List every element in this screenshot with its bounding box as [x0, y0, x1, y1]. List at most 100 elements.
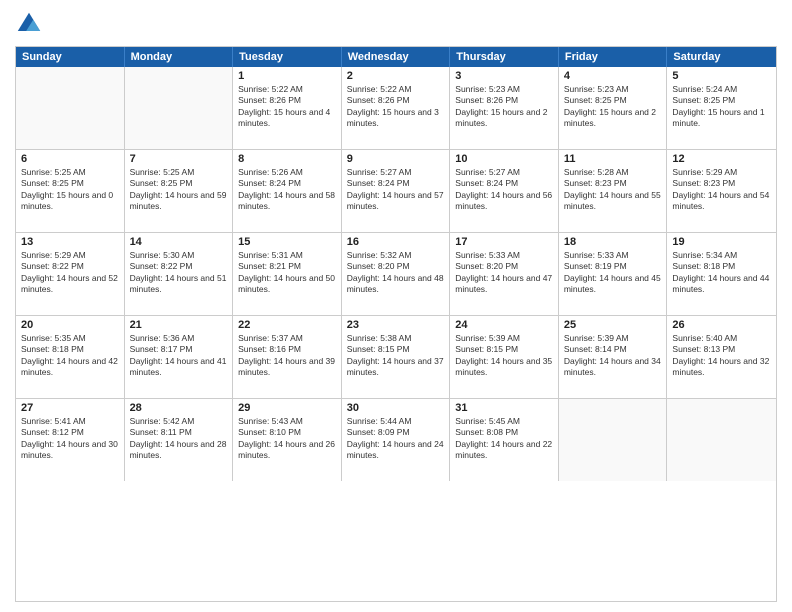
day-cell-8: 8 Sunrise: 5:26 AM Sunset: 8:24 PM Daylig…	[233, 150, 342, 232]
day-detail: Sunrise: 5:33 AM Sunset: 8:19 PM Dayligh…	[564, 250, 662, 296]
day-detail: Sunrise: 5:26 AM Sunset: 8:24 PM Dayligh…	[238, 167, 336, 213]
day-number: 11	[564, 153, 662, 165]
day-number: 30	[347, 402, 445, 414]
day-number: 18	[564, 236, 662, 248]
calendar-row-3: 13 Sunrise: 5:29 AM Sunset: 8:22 PM Dayli…	[16, 233, 776, 316]
page: SundayMondayTuesdayWednesdayThursdayFrid…	[0, 0, 792, 612]
logo-icon	[15, 10, 43, 38]
calendar-body: 1 Sunrise: 5:22 AM Sunset: 8:26 PM Daylig…	[16, 67, 776, 481]
day-number: 12	[672, 153, 771, 165]
header-cell-friday: Friday	[559, 47, 668, 67]
day-number: 28	[130, 402, 228, 414]
day-cell-18: 18 Sunrise: 5:33 AM Sunset: 8:19 PM Dayli…	[559, 233, 668, 315]
day-number: 31	[455, 402, 553, 414]
day-number: 15	[238, 236, 336, 248]
day-number: 29	[238, 402, 336, 414]
day-cell-12: 12 Sunrise: 5:29 AM Sunset: 8:23 PM Dayli…	[667, 150, 776, 232]
day-number: 2	[347, 70, 445, 82]
day-cell-2: 2 Sunrise: 5:22 AM Sunset: 8:26 PM Daylig…	[342, 67, 451, 149]
day-detail: Sunrise: 5:27 AM Sunset: 8:24 PM Dayligh…	[347, 167, 445, 213]
day-number: 20	[21, 319, 119, 331]
day-cell-5: 5 Sunrise: 5:24 AM Sunset: 8:25 PM Daylig…	[667, 67, 776, 149]
day-detail: Sunrise: 5:36 AM Sunset: 8:17 PM Dayligh…	[130, 333, 228, 379]
day-detail: Sunrise: 5:28 AM Sunset: 8:23 PM Dayligh…	[564, 167, 662, 213]
day-detail: Sunrise: 5:29 AM Sunset: 8:22 PM Dayligh…	[21, 250, 119, 296]
day-detail: Sunrise: 5:23 AM Sunset: 8:25 PM Dayligh…	[564, 84, 662, 130]
day-detail: Sunrise: 5:43 AM Sunset: 8:10 PM Dayligh…	[238, 416, 336, 462]
day-cell-22: 22 Sunrise: 5:37 AM Sunset: 8:16 PM Dayli…	[233, 316, 342, 398]
day-detail: Sunrise: 5:39 AM Sunset: 8:14 PM Dayligh…	[564, 333, 662, 379]
day-number: 10	[455, 153, 553, 165]
day-detail: Sunrise: 5:38 AM Sunset: 8:15 PM Dayligh…	[347, 333, 445, 379]
day-detail: Sunrise: 5:35 AM Sunset: 8:18 PM Dayligh…	[21, 333, 119, 379]
day-detail: Sunrise: 5:24 AM Sunset: 8:25 PM Dayligh…	[672, 84, 771, 130]
day-cell-1: 1 Sunrise: 5:22 AM Sunset: 8:26 PM Daylig…	[233, 67, 342, 149]
calendar-row-1: 1 Sunrise: 5:22 AM Sunset: 8:26 PM Daylig…	[16, 67, 776, 150]
header	[15, 10, 777, 38]
day-detail: Sunrise: 5:29 AM Sunset: 8:23 PM Dayligh…	[672, 167, 771, 213]
day-detail: Sunrise: 5:30 AM Sunset: 8:22 PM Dayligh…	[130, 250, 228, 296]
day-cell-4: 4 Sunrise: 5:23 AM Sunset: 8:25 PM Daylig…	[559, 67, 668, 149]
day-number: 13	[21, 236, 119, 248]
header-cell-wednesday: Wednesday	[342, 47, 451, 67]
day-cell-6: 6 Sunrise: 5:25 AM Sunset: 8:25 PM Daylig…	[16, 150, 125, 232]
day-detail: Sunrise: 5:37 AM Sunset: 8:16 PM Dayligh…	[238, 333, 336, 379]
header-cell-tuesday: Tuesday	[233, 47, 342, 67]
empty-cell	[559, 399, 668, 481]
day-cell-10: 10 Sunrise: 5:27 AM Sunset: 8:24 PM Dayli…	[450, 150, 559, 232]
day-cell-28: 28 Sunrise: 5:42 AM Sunset: 8:11 PM Dayli…	[125, 399, 234, 481]
day-detail: Sunrise: 5:32 AM Sunset: 8:20 PM Dayligh…	[347, 250, 445, 296]
day-number: 8	[238, 153, 336, 165]
day-number: 6	[21, 153, 119, 165]
day-number: 3	[455, 70, 553, 82]
day-number: 5	[672, 70, 771, 82]
day-number: 27	[21, 402, 119, 414]
day-number: 9	[347, 153, 445, 165]
day-number: 16	[347, 236, 445, 248]
day-number: 4	[564, 70, 662, 82]
day-detail: Sunrise: 5:33 AM Sunset: 8:20 PM Dayligh…	[455, 250, 553, 296]
day-detail: Sunrise: 5:41 AM Sunset: 8:12 PM Dayligh…	[21, 416, 119, 462]
day-detail: Sunrise: 5:22 AM Sunset: 8:26 PM Dayligh…	[347, 84, 445, 130]
calendar-row-5: 27 Sunrise: 5:41 AM Sunset: 8:12 PM Dayli…	[16, 399, 776, 481]
day-number: 7	[130, 153, 228, 165]
header-cell-monday: Monday	[125, 47, 234, 67]
day-cell-7: 7 Sunrise: 5:25 AM Sunset: 8:25 PM Daylig…	[125, 150, 234, 232]
day-detail: Sunrise: 5:44 AM Sunset: 8:09 PM Dayligh…	[347, 416, 445, 462]
calendar-row-4: 20 Sunrise: 5:35 AM Sunset: 8:18 PM Dayli…	[16, 316, 776, 399]
day-number: 17	[455, 236, 553, 248]
day-cell-13: 13 Sunrise: 5:29 AM Sunset: 8:22 PM Dayli…	[16, 233, 125, 315]
day-number: 1	[238, 70, 336, 82]
day-detail: Sunrise: 5:45 AM Sunset: 8:08 PM Dayligh…	[455, 416, 553, 462]
day-detail: Sunrise: 5:25 AM Sunset: 8:25 PM Dayligh…	[130, 167, 228, 213]
empty-cell	[125, 67, 234, 149]
header-cell-sunday: Sunday	[16, 47, 125, 67]
day-cell-24: 24 Sunrise: 5:39 AM Sunset: 8:15 PM Dayli…	[450, 316, 559, 398]
day-cell-15: 15Sunrise: 5:31 AM Sunset: 8:21 PM Dayli…	[233, 233, 342, 315]
calendar-header: SundayMondayTuesdayWednesdayThursdayFrid…	[16, 47, 776, 67]
day-detail: Sunrise: 5:22 AM Sunset: 8:26 PM Dayligh…	[238, 84, 336, 130]
day-number: 26	[672, 319, 771, 331]
day-cell-27: 27 Sunrise: 5:41 AM Sunset: 8:12 PM Dayli…	[16, 399, 125, 481]
day-number: 24	[455, 319, 553, 331]
day-cell-26: 26 Sunrise: 5:40 AM Sunset: 8:13 PM Dayli…	[667, 316, 776, 398]
day-detail: Sunrise: 5:39 AM Sunset: 8:15 PM Dayligh…	[455, 333, 553, 379]
logo	[15, 10, 47, 38]
day-detail: Sunrise: 5:25 AM Sunset: 8:25 PM Dayligh…	[21, 167, 119, 213]
day-number: 14	[130, 236, 228, 248]
day-number: 23	[347, 319, 445, 331]
day-cell-29: 29 Sunrise: 5:43 AM Sunset: 8:10 PM Dayli…	[233, 399, 342, 481]
day-number: 22	[238, 319, 336, 331]
day-number: 21	[130, 319, 228, 331]
empty-cell	[16, 67, 125, 149]
header-cell-saturday: Saturday	[667, 47, 776, 67]
day-cell-19: 19Sunrise: 5:34 AM Sunset: 8:18 PM Dayli…	[667, 233, 776, 315]
day-detail: Sunrise: 5:42 AM Sunset: 8:11 PM Dayligh…	[130, 416, 228, 462]
day-cell-9: 9 Sunrise: 5:27 AM Sunset: 8:24 PM Daylig…	[342, 150, 451, 232]
day-detail: Sunrise: 5:34 AM Sunset: 8:18 PM Dayligh…	[672, 250, 771, 296]
day-cell-20: 20 Sunrise: 5:35 AM Sunset: 8:18 PM Dayli…	[16, 316, 125, 398]
day-detail: Sunrise: 5:27 AM Sunset: 8:24 PM Dayligh…	[455, 167, 553, 213]
header-cell-thursday: Thursday	[450, 47, 559, 67]
day-detail: Sunrise: 5:40 AM Sunset: 8:13 PM Dayligh…	[672, 333, 771, 379]
day-cell-17: 17 Sunrise: 5:33 AM Sunset: 8:20 PM Dayli…	[450, 233, 559, 315]
